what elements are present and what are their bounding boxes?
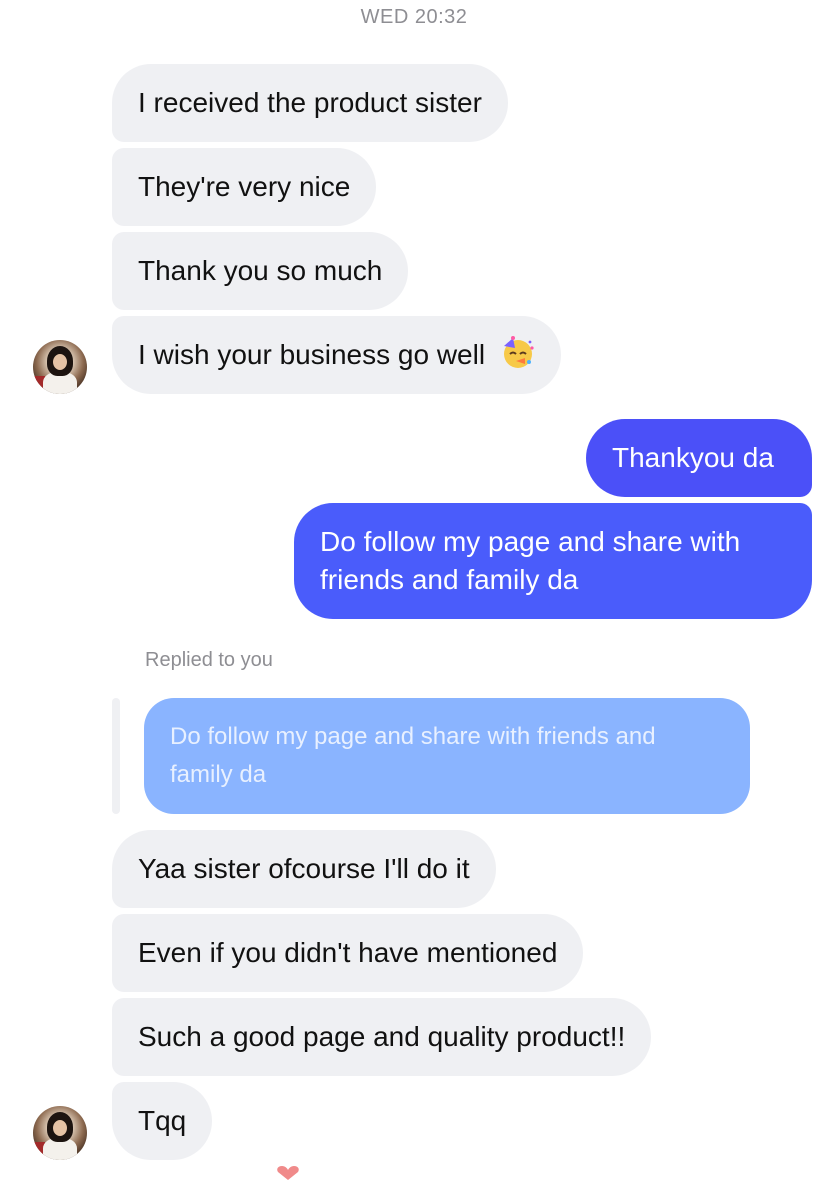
message-text-line: friends and family da <box>320 564 579 595</box>
message-text: Yaa sister ofcourse I'll do it <box>138 853 470 884</box>
message-text: I received the product sister <box>138 87 482 118</box>
incoming-message-bubble[interactable]: Tqq <box>112 1082 213 1160</box>
message-text: Thank you so much <box>138 255 383 286</box>
heart-reaction-icon[interactable] <box>276 1166 300 1180</box>
message-text-line: Do follow my page and share with <box>320 526 741 557</box>
message-text: I wish your business go well <box>138 339 486 370</box>
incoming-message-bubble[interactable]: I received the product sister <box>112 64 508 142</box>
chat-timestamp: WED 20:32 <box>360 6 468 28</box>
quoted-text-line: Do follow my page and share with friends… <box>170 723 656 750</box>
message-text: Such a good page and quality product!! <box>138 1021 626 1052</box>
contact-avatar[interactable] <box>33 1106 87 1160</box>
quoted-text-line: family da <box>170 761 267 788</box>
incoming-message-bubble[interactable]: Even if you didn't have mentioned <box>112 914 584 992</box>
message-text: They're very nice <box>138 171 351 202</box>
reply-quote-bar <box>112 698 120 814</box>
message-text: Even if you didn't have mentioned <box>138 937 558 968</box>
message-text: Thankyou da <box>612 442 774 473</box>
outgoing-message-bubble[interactable]: Thankyou da <box>586 419 812 497</box>
incoming-message-bubble[interactable]: Yaa sister ofcourse I'll do it <box>112 830 496 908</box>
message-text: Tqq <box>138 1105 187 1136</box>
outgoing-message-bubble[interactable]: Do follow my page and share with friends… <box>294 503 812 619</box>
contact-avatar[interactable] <box>33 340 87 394</box>
incoming-message-bubble[interactable]: Such a good page and quality product!! <box>112 998 652 1076</box>
quoted-message-bubble[interactable]: Do follow my page and share with friends… <box>144 698 750 814</box>
incoming-message-bubble[interactable]: They're very nice <box>112 148 377 226</box>
incoming-message-bubble[interactable]: Thank you so much <box>112 232 409 310</box>
partying-face-emoji-icon <box>503 336 534 368</box>
incoming-message-bubble[interactable]: I wish your business go well <box>112 316 561 394</box>
replied-to-you-label: Replied to you <box>145 649 273 671</box>
